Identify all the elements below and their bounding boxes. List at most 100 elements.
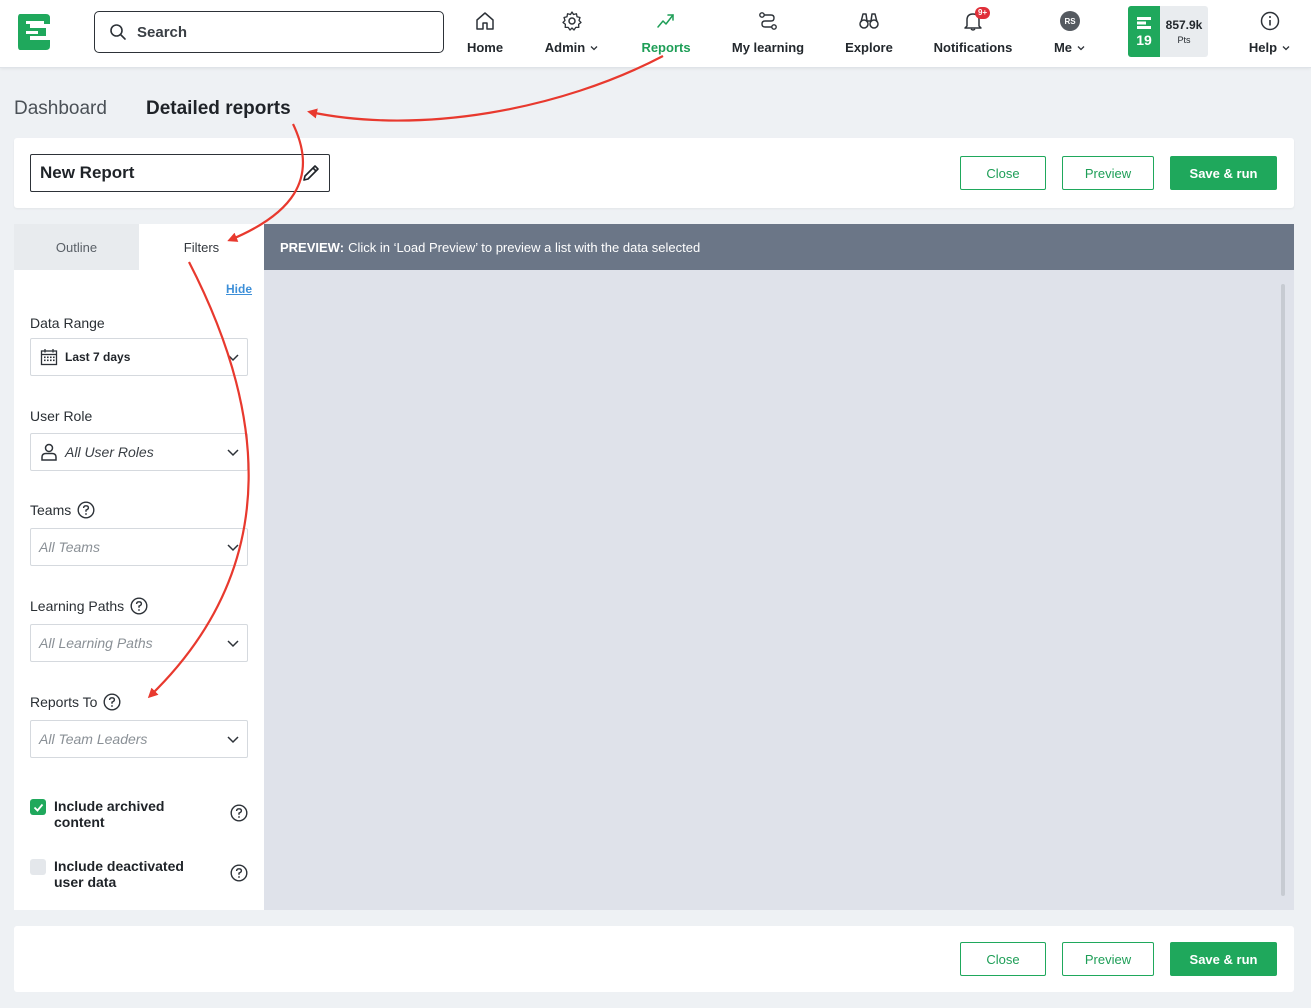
chevron-down-icon (590, 45, 598, 50)
chevron-down-icon (227, 736, 239, 744)
tab-dashboard[interactable]: Dashboard (14, 98, 107, 120)
nav-reports-label: Reports (641, 40, 691, 55)
chevron-down-icon (1282, 45, 1290, 50)
nav-my-learning[interactable]: My learning (730, 8, 806, 58)
chevron-down-icon (227, 449, 239, 457)
nav-help-label: Help (1248, 40, 1278, 55)
search-icon (110, 24, 126, 40)
footer-close-button[interactable]: Close (960, 942, 1046, 976)
include-archived-row[interactable]: Include archived content (30, 798, 248, 830)
points-value: 857.9k (1165, 18, 1203, 32)
chevron-down-icon (227, 544, 239, 552)
teams-value: All Teams (39, 539, 100, 555)
footer-save-run-button[interactable]: Save & run (1170, 942, 1277, 976)
reports-to-label-text: Reports To (30, 694, 98, 710)
nav-my-learning-label: My learning (731, 40, 805, 55)
notifications-badge: 9+ (975, 7, 991, 19)
chevron-down-icon (227, 354, 239, 362)
level-badge: 19 (1128, 6, 1160, 57)
pencil-icon (303, 165, 319, 181)
help-icon[interactable] (103, 693, 121, 711)
include-deactivated-row[interactable]: Include deactivated user data (30, 858, 248, 890)
hide-link[interactable]: Hide (226, 282, 252, 296)
report-name-text: New Report (40, 163, 135, 182)
gear-icon (562, 11, 582, 31)
tab-detailed-reports[interactable]: Detailed reports (146, 98, 291, 120)
nav-admin-label: Admin (544, 40, 586, 55)
points-unit: Pts (1177, 35, 1191, 45)
teams-label: Teams (30, 501, 95, 519)
app-logo-icon[interactable] (16, 12, 52, 52)
data-range-label-text: Data Range (30, 315, 105, 331)
top-navigation-bar: Home Admin Reports My learning Explore 9… (0, 0, 1311, 68)
help-icon[interactable] (130, 597, 148, 615)
learning-paths-label-text: Learning Paths (30, 598, 125, 614)
reports-to-value: All Team Leaders (39, 731, 148, 747)
filters-panel: Outline Filters Hide Data Range Last 7 d… (14, 224, 264, 910)
teams-dropdown[interactable]: All Teams (30, 528, 248, 566)
nav-me[interactable]: RS Me (1052, 8, 1088, 58)
nav-help[interactable]: Help (1247, 8, 1293, 58)
tab-filters[interactable]: Filters (139, 224, 264, 270)
level-logo-icon (1137, 16, 1151, 29)
preview-prefix: PREVIEW: (280, 239, 345, 255)
preview-message: Click in ‘Load Preview’ to preview a lis… (348, 239, 701, 255)
nav-notifications-label: Notifications (933, 40, 1013, 55)
search-box[interactable] (94, 11, 444, 53)
report-footer: Close Preview Save & run (14, 926, 1294, 992)
help-icon[interactable] (230, 864, 248, 882)
chevron-down-icon (1077, 45, 1085, 50)
data-range-value: Last 7 days (65, 350, 131, 364)
close-button[interactable]: Close (960, 156, 1046, 190)
nav-home-label: Home (466, 40, 504, 55)
nav-me-label: Me (1053, 40, 1073, 55)
preview-banner: PREVIEW: Click in ‘Load Preview’ to prev… (264, 224, 1294, 270)
nav-notifications[interactable]: 9+ Notifications (932, 7, 1014, 58)
trending-up-icon (657, 14, 674, 28)
nav-reports[interactable]: Reports (641, 8, 691, 58)
user-icon (41, 443, 57, 461)
level-number: 19 (1136, 31, 1152, 48)
reports-to-label: Reports To (30, 693, 121, 711)
user-role-label: User Role (30, 408, 92, 424)
nav-explore-label: Explore (845, 40, 893, 55)
checkmark-icon (33, 803, 43, 812)
learning-paths-label: Learning Paths (30, 597, 148, 615)
points-widget[interactable]: 19 857.9k Pts (1128, 6, 1208, 57)
reports-to-dropdown[interactable]: All Team Leaders (30, 720, 248, 758)
data-range-dropdown[interactable]: Last 7 days (30, 338, 248, 376)
footer-preview-button[interactable]: Preview (1062, 942, 1154, 976)
preview-button[interactable]: Preview (1062, 156, 1154, 190)
include-archived-label: Include archived content (54, 798, 165, 830)
chevron-down-icon (227, 640, 239, 648)
edit-name-button[interactable] (293, 155, 329, 191)
data-range-label: Data Range (30, 315, 105, 331)
include-archived-checkbox[interactable] (30, 799, 46, 815)
learning-paths-dropdown[interactable]: All Learning Paths (30, 624, 248, 662)
report-name-field[interactable]: New Report (30, 154, 330, 192)
tab-outline[interactable]: Outline (14, 224, 139, 270)
preview-area: PREVIEW: Click in ‘Load Preview’ to prev… (264, 224, 1294, 910)
preview-scrollbar[interactable] (1281, 284, 1285, 896)
info-icon (1260, 11, 1280, 31)
include-deactivated-checkbox[interactable] (30, 859, 46, 875)
help-icon[interactable] (77, 501, 95, 519)
binoculars-icon (859, 13, 879, 29)
save-run-button[interactable]: Save & run (1170, 156, 1277, 190)
user-role-dropdown[interactable]: All User Roles (30, 433, 248, 471)
avatar: RS (1060, 11, 1080, 31)
learning-paths-value: All Learning Paths (39, 635, 153, 651)
search-input[interactable] (137, 23, 427, 41)
nav-home[interactable]: Home (466, 8, 504, 58)
help-icon[interactable] (230, 804, 248, 822)
learning-path-icon (759, 12, 777, 30)
user-role-label-text: User Role (30, 408, 93, 424)
calendar-icon (40, 349, 58, 366)
home-icon (476, 12, 494, 30)
report-header: New Report Close Preview Save & run (14, 138, 1294, 208)
nav-admin[interactable]: Admin (543, 8, 601, 58)
nav-explore[interactable]: Explore (845, 8, 893, 58)
user-role-value: All User Roles (65, 444, 154, 460)
include-deactivated-label: Include deactivated user data (54, 858, 184, 890)
teams-label-text: Teams (30, 502, 72, 518)
